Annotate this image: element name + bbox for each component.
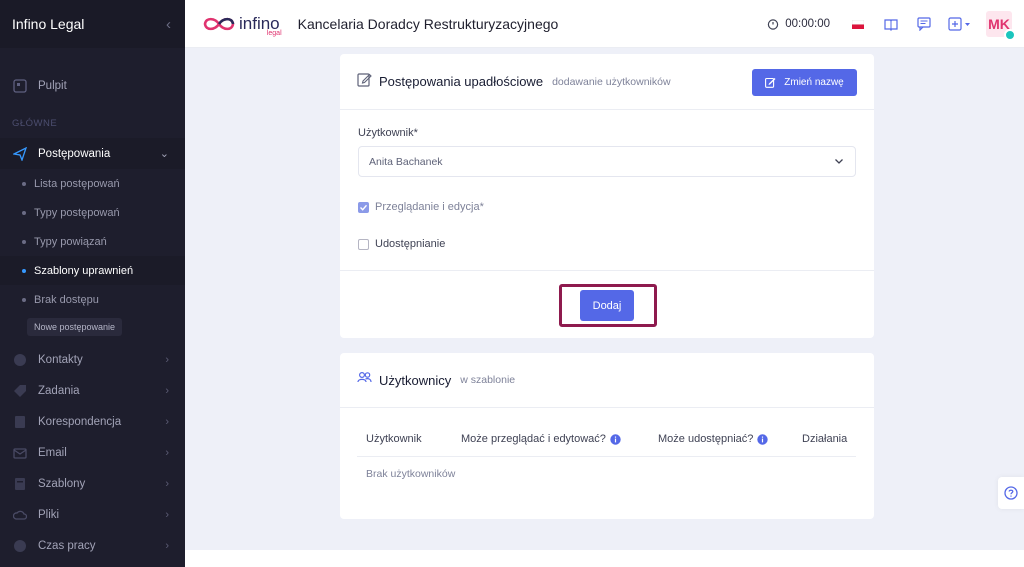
- sidebar-item-dashboard[interactable]: Pulpit: [0, 70, 185, 101]
- share-checkbox-row[interactable]: Udostępnianie: [358, 238, 445, 250]
- book-icon[interactable]: [881, 14, 901, 34]
- user-select[interactable]: Anita Bachanek: [358, 146, 856, 177]
- card-title: Postępowania upadłościowe: [379, 74, 544, 89]
- card-header: Postępowania upadłościowe dodawanie użyt…: [340, 54, 874, 110]
- view-edit-label: Przeglądanie i edycja*: [375, 201, 484, 213]
- sidebar-sub-relation-types[interactable]: Typy powiązań: [0, 227, 185, 256]
- bullet-icon: [22, 297, 26, 302]
- share-checkbox[interactable]: [358, 238, 369, 250]
- add-button[interactable]: Dodaj: [580, 290, 634, 321]
- collapse-sidebar-icon[interactable]: ‹: [166, 16, 171, 33]
- sidebar-item-work-time[interactable]: Czas pracy ›: [0, 530, 185, 561]
- sidebar-sub-permission-templates[interactable]: Szablony uprawnień: [0, 256, 185, 285]
- share-label: Udostępnianie: [375, 238, 446, 250]
- info-icon[interactable]: [757, 433, 769, 445]
- sidebar-sub-proceeding-types[interactable]: Typy postępowań: [0, 198, 185, 227]
- card-title: Użytkownicy: [379, 372, 452, 388]
- sidebar-item-proceedings[interactable]: Postępowania ⌄: [0, 138, 185, 169]
- chevron-right-icon: ›: [165, 384, 169, 397]
- templates-icon: [12, 476, 28, 492]
- cloud-icon: [12, 507, 28, 523]
- sidebar-item-templates[interactable]: Szablony ›: [0, 468, 185, 499]
- card-header: Użytkownicy w szablonie: [340, 353, 874, 408]
- stopwatch-icon: [767, 18, 779, 30]
- bullet-icon: [22, 181, 26, 186]
- polish-flag-icon[interactable]: [848, 14, 868, 34]
- sidebar-brand: Infino Legal ‹: [0, 0, 185, 48]
- edit-form-icon: [357, 72, 372, 92]
- chevron-down-icon: [833, 155, 845, 170]
- tag-icon: [12, 383, 28, 399]
- help-button[interactable]: [998, 477, 1024, 509]
- column-header-can-edit: Może przeglądać i edytować?: [461, 433, 621, 445]
- chevron-right-icon: ›: [165, 353, 169, 366]
- logo-text: infino legal: [239, 14, 282, 37]
- new-proceeding-button[interactable]: Nowe postępowanie: [27, 318, 123, 336]
- chat-icon[interactable]: [914, 14, 934, 34]
- card-subtitle: dodawanie użytkowników: [552, 75, 671, 88]
- column-header-user: Użytkownik: [366, 433, 422, 445]
- column-header-can-share: Może udostępniać?: [658, 433, 769, 445]
- info-icon[interactable]: [610, 433, 621, 445]
- bullet-icon: [22, 210, 26, 215]
- dashboard-icon: [12, 78, 28, 94]
- sidebar-item-label: Pulpit: [38, 79, 67, 92]
- timer-value: 00:00:00: [785, 18, 830, 30]
- bullet-icon: [22, 239, 26, 244]
- add-user-card: Postępowania upadłościowe dodawanie użyt…: [340, 54, 874, 338]
- view-edit-checkbox[interactable]: [358, 201, 369, 213]
- sidebar-item-files[interactable]: Pliki ›: [0, 499, 185, 530]
- users-icon: [357, 371, 372, 389]
- top-header: infino legal Kancelaria Doradcy Restruktu…: [185, 0, 1024, 48]
- card-subtitle: w szablonie: [460, 374, 516, 386]
- users-table: Użytkownik Może przeglądać i edytować? M…: [357, 426, 856, 480]
- empty-table-message: Brak użytkowników: [366, 468, 456, 480]
- clock-icon: [12, 538, 28, 554]
- document-icon: [12, 414, 28, 430]
- work-timer[interactable]: 00:00:00: [767, 18, 830, 30]
- envelope-icon: [12, 445, 28, 461]
- bullet-icon: [22, 268, 26, 273]
- users-in-template-card: Użytkownicy w szablonie Użytkownik Może …: [340, 353, 874, 519]
- sidebar-item-tasks[interactable]: Zadania ›: [0, 375, 185, 406]
- column-header-actions: Działania: [802, 433, 848, 445]
- header-toolbar: 00:00:00 MK: [767, 0, 1024, 48]
- chevron-right-icon: ›: [165, 539, 169, 552]
- question-icon: [1004, 486, 1018, 500]
- sidebar-sub-no-access[interactable]: Brak dostępu: [0, 285, 185, 314]
- edit-icon: [765, 77, 776, 88]
- footer-strip: [185, 550, 1024, 567]
- sidebar-item-contacts[interactable]: Kontakty ›: [0, 344, 185, 375]
- card-footer: Dodaj: [340, 270, 874, 338]
- user-avatar[interactable]: MK: [986, 11, 1016, 41]
- paper-plane-icon: [12, 146, 28, 162]
- chevron-right-icon: ›: [165, 508, 169, 521]
- contacts-icon: [12, 352, 28, 368]
- sidebar-item-correspondence[interactable]: Korespondencja ›: [0, 406, 185, 437]
- sidebar-section-main: GŁÓWNE: [12, 117, 58, 129]
- brand-title: Infino Legal: [12, 16, 85, 32]
- add-menu-icon[interactable]: [947, 14, 973, 34]
- rename-button[interactable]: Zmień nazwę: [752, 69, 857, 96]
- sidebar-item-label: Postępowania: [38, 147, 111, 160]
- chevron-right-icon: ›: [165, 477, 169, 490]
- chevron-right-icon: ›: [165, 415, 169, 428]
- user-field-label: Użytkownik*: [358, 127, 418, 139]
- infinity-logo-icon: [203, 17, 235, 30]
- online-status-icon: [1004, 29, 1016, 41]
- page-title: Kancelaria Doradcy Restrukturyzacyjnego: [297, 15, 559, 32]
- sidebar-item-email[interactable]: Email ›: [0, 437, 185, 468]
- view-edit-checkbox-row[interactable]: Przeglądanie i edycja*: [358, 201, 484, 213]
- chevron-down-icon: ⌄: [159, 148, 169, 160]
- logo-subtext: legal: [266, 30, 282, 37]
- sidebar-sub-proceedings-list[interactable]: Lista postępowań: [0, 169, 185, 198]
- table-header: Użytkownik Może przeglądać i edytować? M…: [357, 426, 856, 457]
- user-select-value: Anita Bachanek: [369, 155, 443, 168]
- sidebar: Infino Legal ‹ Pulpit GŁÓWNE Postępowani…: [0, 0, 185, 567]
- logo[interactable]: infino legal: [202, 14, 282, 37]
- chevron-right-icon: ›: [165, 446, 169, 459]
